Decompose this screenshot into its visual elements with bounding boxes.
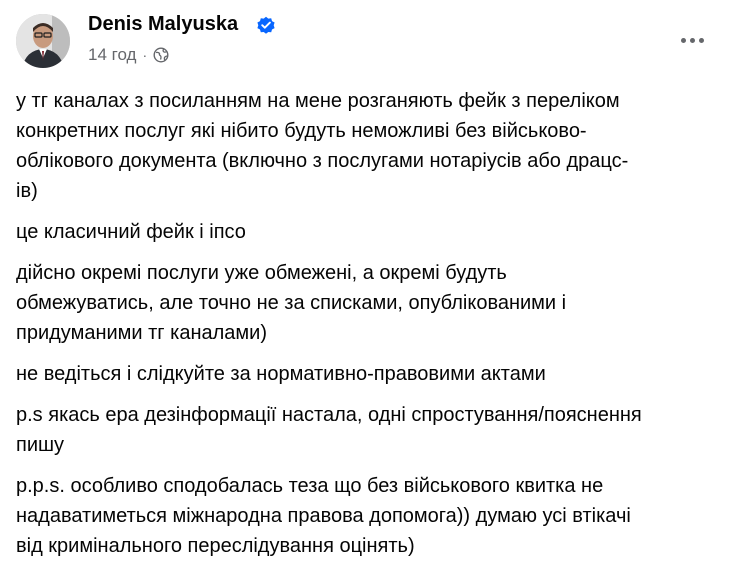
avatar-photo [16, 14, 70, 68]
more-horizontal-icon [680, 37, 686, 43]
post-paragraph-5: p.s якась ера дезінформації настала, одн… [16, 404, 642, 456]
post-paragraph-6: p.p.s. особливо сподобалась теза що без … [16, 475, 631, 557]
post-timestamp[interactable]: 14 год [88, 45, 136, 65]
post-meta: 14 год · [88, 44, 169, 66]
post-text: у тг каналах з посиланням на мене розган… [16, 86, 716, 572]
author-name[interactable]: Denis Malyuska [88, 13, 238, 36]
post-paragraph-1: у тг каналах з посиланням на мене розган… [16, 90, 629, 202]
more-horizontal-icon-dot [689, 37, 695, 43]
verified-badge-icon [257, 16, 275, 34]
globe-icon[interactable] [153, 47, 169, 63]
post-paragraph-3: дійсно окремі послуги уже обмежені, а ок… [16, 262, 567, 344]
more-horizontal-icon-dot [698, 37, 704, 43]
avatar[interactable] [16, 14, 70, 68]
post-paragraph-4: не ведіться і слідкуйте за нормативно-пр… [16, 363, 546, 385]
post-paragraph-2: це класичний фейк і іпсо [16, 221, 246, 243]
meta-separator: · [142, 47, 148, 63]
more-options-button[interactable] [672, 22, 712, 58]
facebook-post: Denis Malyuska 14 год · у тг каналах з п… [0, 0, 733, 567]
